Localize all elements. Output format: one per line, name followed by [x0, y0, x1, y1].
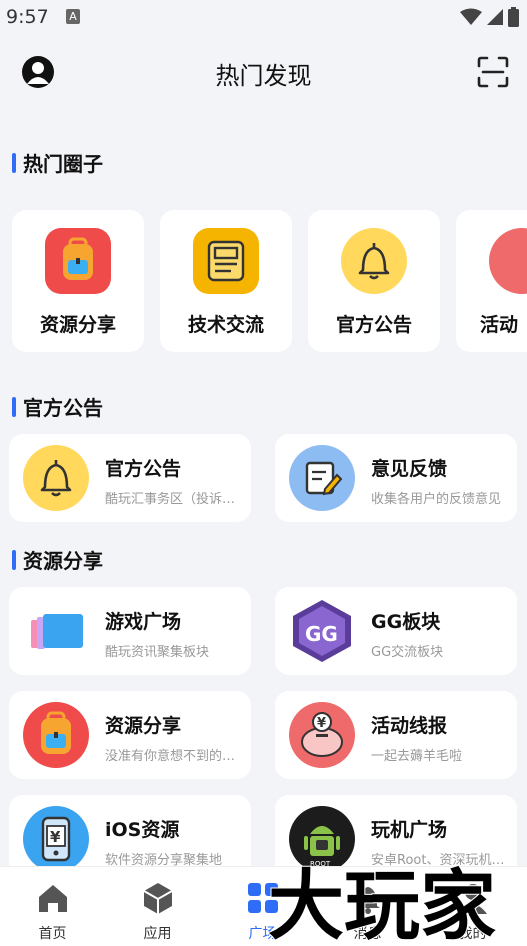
section-title-text: 资源分享	[23, 549, 103, 573]
entry-title: 活动线报	[371, 715, 448, 737]
entry-card-gg[interactable]: GG GG板块 GG交流板块	[275, 587, 517, 675]
tab-label: 首页	[38, 926, 67, 942]
entry-card-resource-share[interactable]: 资源分享 没准有你意想不到的资源	[9, 691, 251, 779]
a-notification-icon: A	[66, 9, 80, 24]
section-title-hot-circles: 热门圈子	[12, 148, 103, 177]
piggy-bank-icon: ¥	[289, 702, 355, 768]
entry-title: iOS资源	[105, 819, 180, 841]
bell-icon	[341, 228, 407, 294]
svg-text:大玩家: 大玩家	[268, 861, 496, 945]
phone-yuan-icon: ¥	[23, 806, 89, 872]
section-title-announcements: 官方公告	[12, 392, 103, 421]
signal-icon	[487, 9, 503, 25]
svg-text:¥: ¥	[317, 716, 326, 731]
status-bar: 9:57 A	[0, 0, 527, 34]
circle-card-activities[interactable]: 活动	[456, 210, 527, 352]
entry-subtitle: 收集各用户的反馈意见	[371, 492, 502, 507]
entry-card-activity-news[interactable]: ¥ 活动线报 一起去薅羊毛啦	[275, 691, 517, 779]
backpack-icon	[23, 702, 89, 768]
cube-icon	[143, 883, 172, 914]
document-icon	[193, 228, 259, 294]
entry-card-game-square[interactable]: 游戏广场 酷玩资讯聚集板块	[9, 587, 251, 675]
section-accent-bar	[12, 396, 16, 417]
svg-text:¥: ¥	[50, 828, 61, 846]
piggy-bank-icon	[489, 228, 527, 294]
page-title: 热门发现	[215, 62, 312, 90]
status-time: 9:57	[6, 6, 49, 28]
circle-card-announcements[interactable]: 官方公告	[308, 210, 440, 352]
circle-card-label: 官方公告	[335, 314, 412, 336]
circle-card-tech[interactable]: 技术交流	[160, 210, 292, 352]
entry-subtitle: 酷玩汇事务区（投诉举报）	[105, 492, 245, 507]
status-icons	[460, 7, 519, 27]
watermark-logo: 大玩家	[267, 860, 497, 945]
entry-card-feedback[interactable]: 意见反馈 收集各用户的反馈意见	[275, 434, 517, 522]
circle-card-label: 资源分享	[39, 314, 116, 336]
tab-label: 应用	[143, 926, 172, 942]
entry-title: GG板块	[371, 611, 441, 633]
app-header: 热门发现	[0, 38, 527, 106]
section-title-resources: 资源分享	[12, 545, 103, 574]
entry-title: 玩机广场	[371, 819, 448, 841]
backpack-icon	[45, 228, 111, 294]
svg-text:GG: GG	[305, 622, 338, 646]
entry-subtitle: 酷玩资讯聚集板块	[105, 645, 210, 660]
feedback-icon	[289, 445, 355, 511]
gg-logo-icon: GG	[289, 598, 355, 664]
entry-title: 官方公告	[105, 458, 182, 480]
entry-title: 资源分享	[105, 715, 182, 737]
entry-subtitle: GG交流板块	[371, 645, 444, 660]
tab-apps[interactable]: 应用	[105, 875, 210, 945]
entry-subtitle: 没准有你意想不到的资源	[105, 749, 245, 764]
game-cards-icon	[23, 598, 89, 664]
wifi-icon	[460, 8, 482, 25]
battery-icon	[508, 7, 519, 27]
entry-title: 游戏广场	[105, 611, 182, 633]
circle-card-label: 技术交流	[187, 314, 264, 336]
entry-title: 意见反馈	[371, 458, 448, 480]
hot-circles-row[interactable]: 资源分享 技术交流 官方公告 活动	[12, 210, 527, 354]
entry-card-official[interactable]: 官方公告 酷玩汇事务区（投诉举报）	[9, 434, 251, 522]
section-accent-bar	[12, 549, 16, 570]
section-title-text: 热门圈子	[23, 152, 103, 176]
section-accent-bar	[12, 152, 16, 173]
section-title-text: 官方公告	[23, 396, 103, 420]
entry-subtitle: 一起去薅羊毛啦	[371, 749, 463, 764]
circle-card-resources[interactable]: 资源分享	[12, 210, 144, 352]
home-icon	[38, 885, 67, 912]
scan-icon[interactable]	[477, 56, 509, 88]
circle-card-label: 活动	[480, 314, 519, 336]
bell-icon	[23, 445, 89, 511]
tab-home[interactable]: 首页	[0, 875, 105, 945]
